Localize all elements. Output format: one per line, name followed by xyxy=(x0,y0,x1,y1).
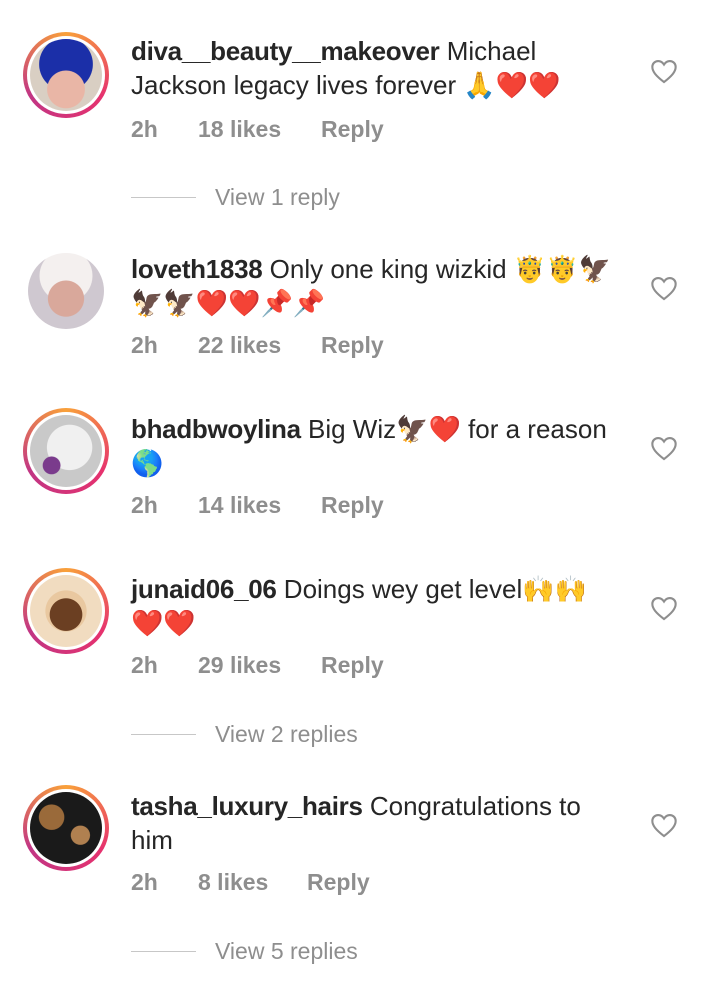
avatar[interactable] xyxy=(23,32,109,118)
comment-text-block: diva__beauty__makeover Michael Jackson l… xyxy=(131,34,611,102)
divider-line xyxy=(131,734,196,735)
heart-outline-icon[interactable] xyxy=(650,435,678,461)
comment-text-block: loveth1838 Only one king wizkid 🤴🤴🦅🦅🦅❤️❤… xyxy=(131,252,611,320)
heart-outline-icon[interactable] xyxy=(650,275,678,301)
reply-button[interactable]: Reply xyxy=(321,650,384,680)
comment-likes[interactable]: 18 likes xyxy=(198,114,281,144)
avatar[interactable] xyxy=(23,408,109,494)
comment-username[interactable]: tasha_luxury_hairs xyxy=(131,791,363,821)
comment-text-block: junaid06_06 Doings wey get level🙌🙌❤️❤️ xyxy=(131,572,611,640)
reply-button[interactable]: Reply xyxy=(321,490,384,520)
comment-likes[interactable]: 29 likes xyxy=(198,650,281,680)
comment-time: 2h xyxy=(131,869,158,895)
heart-outline-icon[interactable] xyxy=(650,812,678,838)
comment-likes[interactable]: 22 likes xyxy=(198,330,281,360)
comment-time: 2h xyxy=(131,652,158,678)
comment-time: 2h xyxy=(131,332,158,358)
comment-text-block: bhadbwoylina Big Wiz🦅❤️ for a reason🌎 xyxy=(131,412,611,480)
reply-button[interactable]: Reply xyxy=(321,330,384,360)
heart-outline-icon[interactable] xyxy=(650,595,678,621)
comment-time: 2h xyxy=(131,116,158,142)
comment-username[interactable]: junaid06_06 xyxy=(131,574,277,604)
comment-likes[interactable]: 14 likes xyxy=(198,490,281,520)
comment-username[interactable]: loveth1838 xyxy=(131,254,263,284)
divider-line xyxy=(131,951,196,952)
avatar[interactable] xyxy=(23,568,109,654)
comment-time: 2h xyxy=(131,492,158,518)
comment-likes[interactable]: 8 likes xyxy=(198,867,268,897)
divider-line xyxy=(131,197,196,198)
heart-outline-icon[interactable] xyxy=(650,58,678,84)
comment-username[interactable]: diva__beauty__makeover xyxy=(131,36,440,66)
reply-button[interactable]: Reply xyxy=(321,114,384,144)
comment-text-block: tasha_luxury_hairs Congratulations to hi… xyxy=(131,789,611,857)
avatar[interactable] xyxy=(23,248,109,334)
comment-username[interactable]: bhadbwoylina xyxy=(131,414,301,444)
reply-button[interactable]: Reply xyxy=(307,867,370,897)
avatar[interactable] xyxy=(23,785,109,871)
